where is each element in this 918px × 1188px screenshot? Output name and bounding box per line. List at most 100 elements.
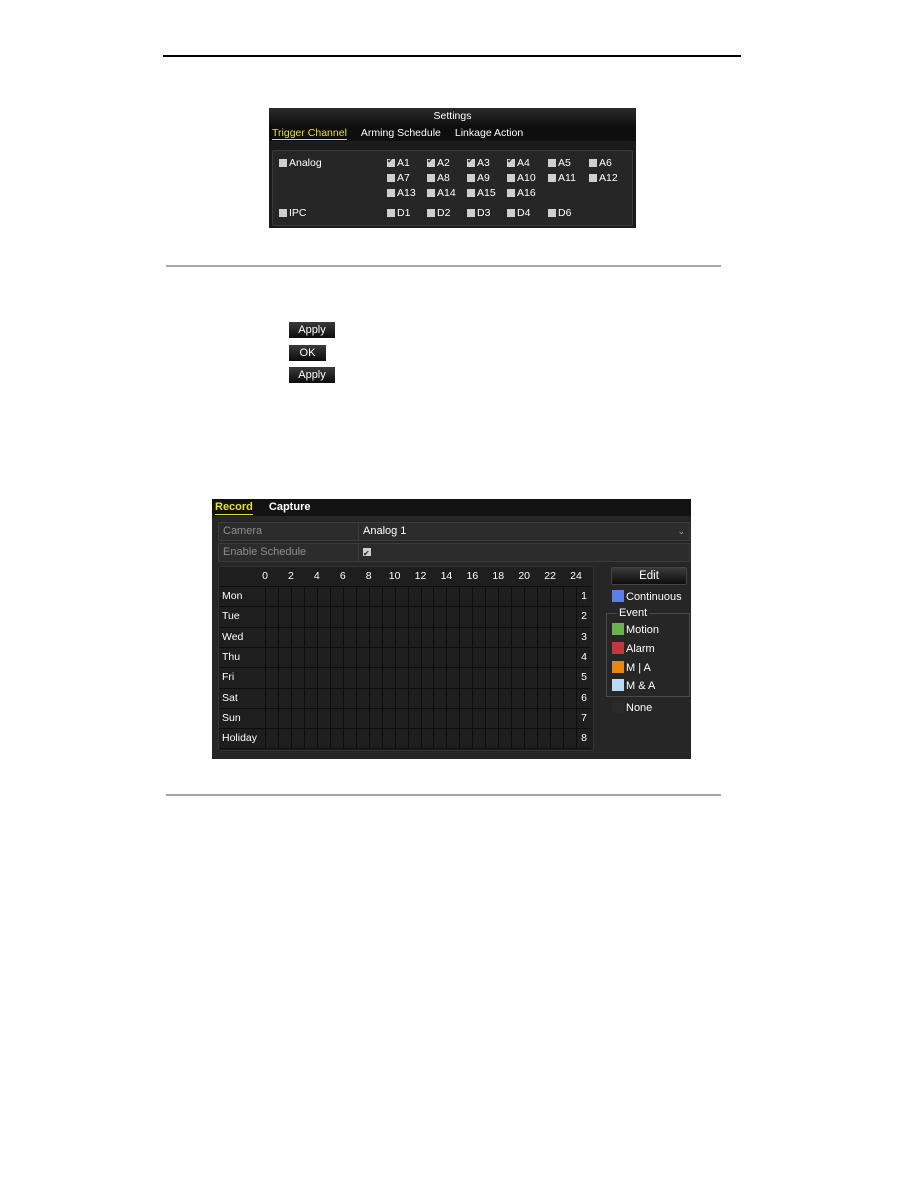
checkbox[interactable] — [427, 209, 435, 217]
checkbox[interactable] — [467, 189, 475, 197]
channel-a16[interactable]: A16 — [507, 187, 536, 199]
day-label: Sat — [222, 691, 238, 704]
channel-a8[interactable]: A8 — [427, 172, 450, 184]
checkbox[interactable] — [279, 159, 287, 167]
checkbox-label: Analog — [289, 157, 322, 169]
edit-button[interactable]: Edit — [611, 567, 687, 585]
legend-label: Alarm — [626, 643, 655, 655]
chevron-down-icon: ⌄ — [677, 526, 685, 536]
checkbox[interactable] — [548, 174, 556, 182]
checkbox[interactable] — [589, 174, 597, 182]
channel-d1[interactable]: D1 — [387, 207, 410, 219]
checkbox[interactable] — [427, 156, 435, 167]
channel-a7[interactable]: A7 — [387, 172, 410, 184]
tab-capture[interactable]: Capture — [269, 499, 311, 516]
checkbox[interactable] — [387, 156, 395, 167]
row-copy-number[interactable]: 8 — [579, 732, 589, 744]
checkbox[interactable] — [427, 189, 435, 197]
legend-alarm[interactable]: Alarm — [612, 642, 655, 655]
checkbox[interactable] — [548, 209, 556, 217]
legend-motion[interactable]: Motion — [612, 623, 659, 636]
checkbox[interactable] — [387, 189, 395, 197]
legend-label: M | A — [626, 662, 651, 674]
tab-trigger-channel[interactable]: Trigger Channel — [272, 125, 347, 140]
channel-d4[interactable]: D4 — [507, 207, 530, 219]
checkbox[interactable] — [427, 174, 435, 182]
apply-button[interactable]: Apply — [289, 322, 335, 338]
ok-button[interactable]: OK — [289, 345, 326, 361]
checkbox-label: D4 — [517, 207, 531, 219]
day-label: Holiday — [222, 732, 258, 745]
hour-label: 4 — [313, 570, 320, 582]
checkbox-label: A4 — [517, 157, 530, 169]
channel-a14[interactable]: A14 — [427, 187, 456, 199]
channel-a12[interactable]: A12 — [589, 172, 618, 184]
channel-d2[interactable]: D2 — [427, 207, 450, 219]
checkbox[interactable] — [467, 209, 475, 217]
checkbox[interactable] — [507, 189, 515, 197]
legend-none[interactable]: None — [612, 701, 652, 714]
checkbox-label: A7 — [397, 172, 410, 184]
checkbox[interactable] — [387, 174, 395, 182]
checkbox-label: A10 — [517, 172, 536, 184]
apply-button[interactable]: Apply — [289, 367, 335, 383]
row-copy-number[interactable]: 5 — [579, 671, 589, 683]
channel-a6[interactable]: A6 — [589, 157, 612, 169]
checkbox-label: A8 — [437, 172, 450, 184]
legend-motion-and-alarm[interactable]: M & A — [612, 679, 655, 692]
hour-label: 14 — [440, 570, 453, 582]
checkbox-label: A2 — [437, 157, 450, 169]
grid-line — [219, 707, 591, 709]
channel-a11[interactable]: A11 — [548, 172, 576, 184]
channel-a9[interactable]: A9 — [467, 172, 490, 184]
checkbox-label: A6 — [599, 157, 612, 169]
tab-linkage-action[interactable]: Linkage Action — [455, 125, 523, 141]
row-copy-number[interactable]: 3 — [579, 631, 589, 643]
channel-a10[interactable]: A10 — [507, 172, 536, 184]
legend-motion-or-alarm[interactable]: M | A — [612, 661, 651, 674]
checkbox[interactable] — [589, 159, 597, 167]
checkbox[interactable] — [467, 174, 475, 182]
checkbox-label: A14 — [437, 187, 456, 199]
checkbox-label: A1 — [397, 157, 410, 169]
grid-line — [219, 728, 591, 730]
enable-schedule-checkbox[interactable] — [363, 545, 371, 562]
channel-a1[interactable]: A1 — [387, 156, 410, 169]
checkbox[interactable] — [507, 209, 515, 217]
channel-a13[interactable]: A13 — [387, 187, 416, 199]
record-tabs: Record Capture — [212, 499, 691, 516]
channel-a4[interactable]: A4 — [507, 156, 530, 169]
channel-a15[interactable]: A15 — [467, 187, 496, 199]
schedule-grid[interactable]: 0 2 4 6 8 10 12 14 16 18 20 22 24 Mon 1 Tue 2 Wed 3 Thu 4 Fri… — [218, 566, 594, 751]
channel-d3[interactable]: D3 — [467, 207, 490, 219]
hour-label: 20 — [518, 570, 530, 582]
checkbox[interactable] — [467, 156, 475, 167]
row-copy-number[interactable]: 4 — [579, 651, 589, 663]
settings-title: Settings — [269, 108, 636, 125]
checkbox[interactable] — [507, 174, 515, 182]
row-copy-number[interactable]: 1 — [579, 590, 589, 602]
grid-line — [219, 606, 591, 608]
motion-and-alarm-swatch — [612, 679, 624, 691]
tab-record[interactable]: Record — [215, 499, 253, 515]
channel-a5[interactable]: A5 — [548, 157, 571, 169]
analog-group-checkbox[interactable]: Analog — [279, 157, 322, 169]
row-copy-number[interactable]: 2 — [579, 610, 589, 622]
ipc-group-checkbox[interactable]: IPC — [279, 207, 307, 219]
channel-a3[interactable]: A3 — [467, 156, 490, 169]
tab-arming-schedule[interactable]: Arming Schedule — [361, 125, 441, 141]
legend-continuous[interactable]: Continuous — [612, 590, 682, 603]
checkbox-label: A13 — [397, 187, 416, 199]
checkbox[interactable] — [548, 159, 556, 167]
camera-select[interactable]: Analog 1 ⌄ — [358, 522, 690, 541]
checkbox[interactable] — [387, 209, 395, 217]
channel-d6[interactable]: D6 — [548, 207, 571, 219]
channel-a2[interactable]: A2 — [427, 156, 450, 169]
settings-panel: Settings Trigger Channel Arming Schedule… — [269, 108, 636, 228]
checkbox[interactable] — [507, 156, 515, 167]
none-swatch — [612, 701, 624, 713]
row-copy-number[interactable]: 6 — [579, 692, 589, 704]
checkbox[interactable] — [279, 209, 287, 217]
row-copy-number[interactable]: 7 — [579, 712, 589, 724]
checkbox-label: D3 — [477, 207, 491, 219]
